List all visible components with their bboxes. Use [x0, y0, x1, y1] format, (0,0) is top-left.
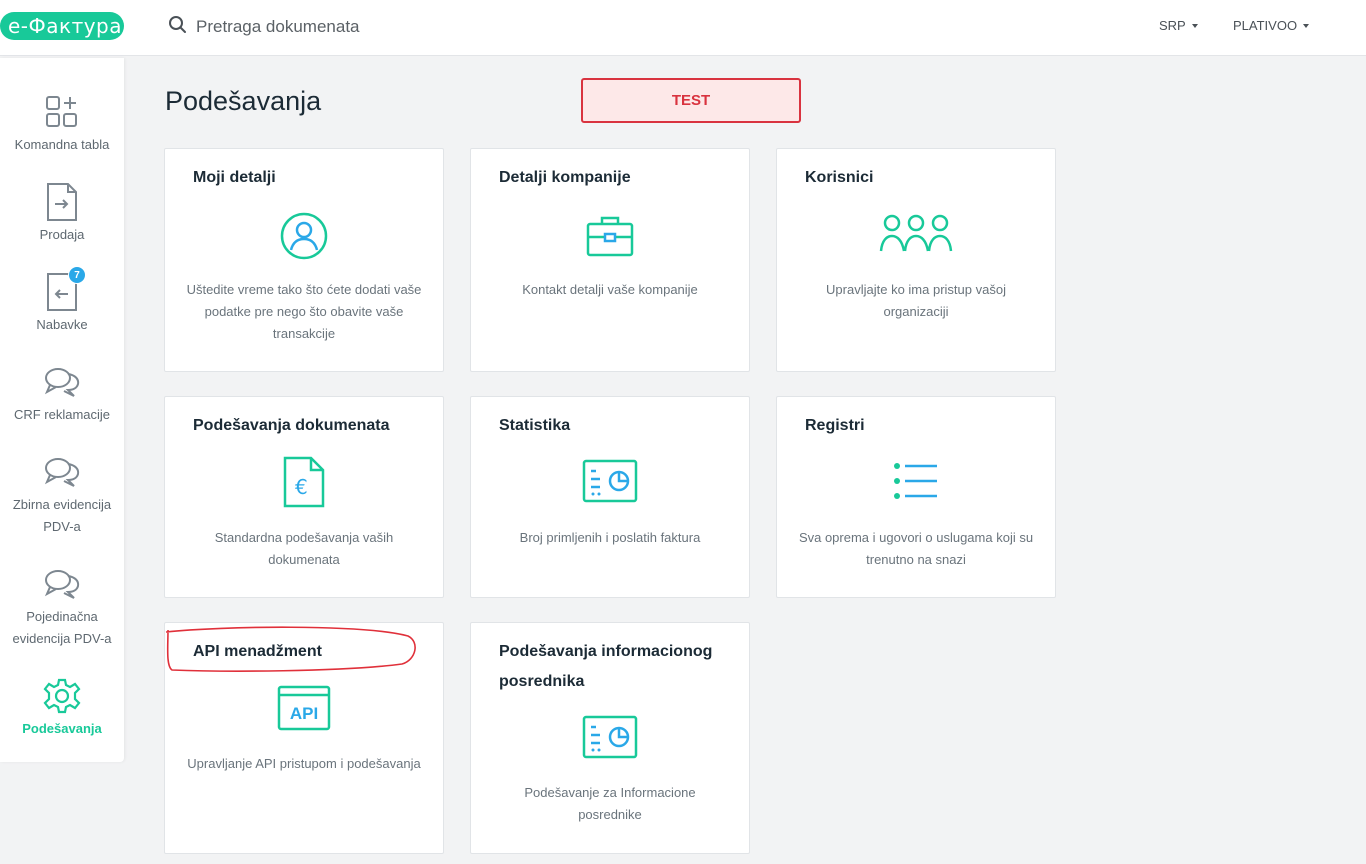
- chat-bubbles-icon: [42, 452, 82, 492]
- card-title: Podešavanja informacionog posrednika: [499, 643, 713, 690]
- notification-badge: 7: [68, 266, 86, 284]
- card-description: Kontakt detalji vaše kompanije: [522, 282, 698, 297]
- card-registers[interactable]: Registri Sva oprema i ugovori o uslugama…: [776, 396, 1056, 598]
- card-document-settings[interactable]: Podešavanja dokumenata € Standardna pode…: [164, 396, 444, 598]
- sidebar-item-label: Podešavanja: [22, 721, 102, 736]
- sidebar-item-label: Komandna tabla: [14, 137, 110, 152]
- card-statistics[interactable]: Statistika Broj primljenih i poslatih fa…: [470, 396, 750, 598]
- company-label: PLATIVOO: [1233, 18, 1298, 33]
- sidebar-item-dashboard[interactable]: Komandna tabla: [0, 92, 124, 156]
- chat-bubbles-icon: [42, 564, 82, 604]
- statistics-icon: [582, 715, 638, 766]
- chevron-down-icon: [1303, 23, 1310, 28]
- card-title: Korisnici: [805, 169, 874, 186]
- card-information-intermediary-settings[interactable]: Podešavanja informacionog posrednika Pod…: [470, 622, 750, 854]
- document-arrow-right-icon: [42, 182, 82, 222]
- briefcase-icon: [585, 211, 635, 266]
- users-icon: [878, 211, 954, 260]
- card-company-details[interactable]: Detalji kompanije Kontakt detalji vaše k…: [470, 148, 750, 372]
- card-title: Statistika: [499, 417, 571, 434]
- search-icon[interactable]: [168, 15, 188, 40]
- top-bar: e-Фактура SRP PLATIVOO: [0, 0, 1366, 56]
- sidebar-item-label: Pojedinačna evidencija PDV-a: [12, 609, 112, 646]
- gear-icon: [42, 676, 82, 716]
- card-my-details[interactable]: Moji detalji Uštedite vreme tako što ćet…: [164, 148, 444, 372]
- test-environment-badge: TEST: [581, 78, 801, 123]
- sidebar-item-settings[interactable]: Podešavanja: [0, 676, 124, 740]
- card-description: Broj primljenih i poslatih faktura: [519, 530, 701, 545]
- card-description: Upravljajte ko ima pristup vašoj organiz…: [826, 282, 1006, 319]
- card-title: Registri: [805, 417, 865, 434]
- company-dropdown[interactable]: PLATIVOO: [1233, 18, 1310, 33]
- card-description: Uštedite vreme tako što ćete dodati vaše…: [186, 282, 422, 341]
- document-arrow-left-icon: 7: [42, 266, 86, 312]
- euro-document-icon: €: [282, 455, 326, 514]
- sidebar-item-crf-complaints[interactable]: CRF reklamacije: [0, 362, 124, 426]
- card-api-management[interactable]: API menadžment API Upravljanje API prist…: [164, 622, 444, 854]
- user-circle-icon: [279, 211, 329, 266]
- card-title: API menadžment: [193, 643, 322, 660]
- page-title: Podešavanja: [165, 86, 322, 116]
- sidebar-item-label: Zbirna evidencija PDV-a: [12, 497, 112, 534]
- statistics-icon: [582, 459, 638, 510]
- list-icon: [893, 461, 939, 506]
- search-bar[interactable]: [168, 14, 496, 40]
- api-label: API: [290, 704, 318, 723]
- sidebar: Komandna tabla Prodaja 7 Nabavke CRF rek…: [0, 58, 124, 762]
- sidebar-item-label: Nabavke: [36, 317, 88, 332]
- sidebar-item-vat-individual[interactable]: Pojedinačna evidencija PDV-a: [0, 564, 124, 650]
- card-description: Standardna podešavanja vaših dokumenata: [214, 530, 394, 567]
- sidebar-item-purchases[interactable]: 7 Nabavke: [0, 266, 124, 336]
- card-description: Podešavanje za Informacione posrednike: [524, 785, 696, 822]
- card-title: Moji detalji: [193, 169, 276, 186]
- chat-bubbles-icon: [42, 362, 82, 402]
- card-title: Podešavanja dokumenata: [193, 417, 390, 434]
- dashboard-icon: [42, 92, 82, 132]
- card-description: Upravljanje API pristupom i podešavanja: [187, 756, 421, 771]
- card-description: Sva oprema i ugovori o uslugama koji su …: [798, 530, 1034, 567]
- language-label: SRP: [1159, 18, 1186, 33]
- api-icon: API: [277, 685, 331, 736]
- svg-text:€: €: [295, 475, 308, 499]
- app-logo[interactable]: e-Фактура: [0, 12, 124, 40]
- sidebar-item-label: CRF reklamacije: [13, 407, 111, 422]
- sidebar-item-label: Prodaja: [39, 227, 85, 242]
- sidebar-item-vat-summary[interactable]: Zbirna evidencija PDV-a: [0, 452, 124, 538]
- chevron-down-icon: [1191, 23, 1198, 28]
- sidebar-item-sales[interactable]: Prodaja: [0, 182, 124, 246]
- card-users[interactable]: Korisnici Upravljajte ko ima pristup vaš…: [776, 148, 1056, 372]
- language-dropdown[interactable]: SRP: [1159, 18, 1198, 33]
- search-input[interactable]: [196, 17, 496, 37]
- card-title: Detalji kompanije: [499, 169, 631, 186]
